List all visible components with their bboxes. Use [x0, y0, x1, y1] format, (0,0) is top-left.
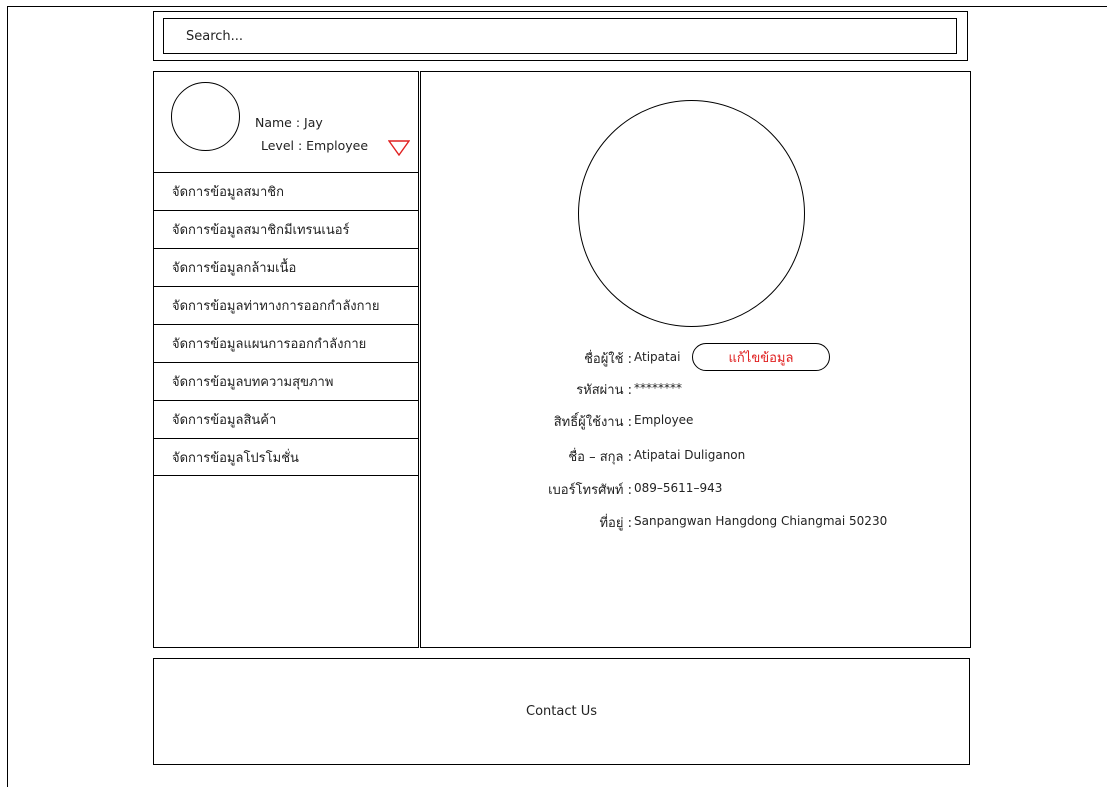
- address-row: ที่อยู่ : Sanpangwan Hangdong Chiangmai …: [421, 512, 970, 536]
- profile-panel: ชื่อผู้ใช้ : Atipatai แก้ไขข้อมูล รหัสผ่…: [420, 71, 971, 648]
- triangle-down-icon[interactable]: [388, 140, 410, 156]
- search-bar: Search...: [153, 11, 968, 61]
- sidebar: Name : Jay Level : Employee จัดการข้อมูล…: [153, 71, 419, 648]
- password-label: รหัสผ่าน :: [576, 383, 632, 398]
- sidebar-item-exercise-poses[interactable]: จัดการข้อมูลท่าทางการออกกำลังกาย: [154, 286, 418, 324]
- fullname-row: ชื่อ – สกุล : Atipatai Duliganon: [421, 446, 970, 470]
- user-name: Name : Jay: [255, 115, 323, 130]
- address-value: Sanpangwan Hangdong Chiangmai 50230: [634, 514, 888, 528]
- sidebar-item-promotions[interactable]: จัดการข้อมูลโปรโมชั่น: [154, 438, 418, 476]
- address-label: ที่อยู่ :: [599, 516, 632, 531]
- sidebar-menu: จัดการข้อมูลสมาชิก จัดการข้อมูลสมาชิกมีเ…: [154, 172, 418, 476]
- fullname-label: ชื่อ – สกุล :: [568, 450, 632, 465]
- profile-photo: [578, 100, 805, 327]
- phone-value: 089–5611–943: [634, 481, 723, 495]
- username-label: ชื่อผู้ใช้ :: [584, 352, 632, 367]
- password-row: รหัสผ่าน : ********: [421, 379, 970, 403]
- footer: Contact Us: [153, 658, 970, 765]
- phone-row: เบอร์โทรศัพท์ : 089–5611–943: [421, 479, 970, 503]
- sidebar-item-muscles[interactable]: จัดการข้อมูลกล้ามเนื้อ: [154, 248, 418, 286]
- sidebar-item-members[interactable]: จัดการข้อมูลสมาชิก: [154, 172, 418, 210]
- username-row: ชื่อผู้ใช้ : Atipatai แก้ไขข้อมูล: [421, 343, 970, 372]
- search-input[interactable]: Search...: [163, 18, 957, 54]
- sidebar-item-health-articles[interactable]: จัดการข้อมูลบทความสุขภาพ: [154, 362, 418, 400]
- role-value: Employee: [634, 413, 694, 427]
- sidebar-item-exercise-plans[interactable]: จัดการข้อมูลแผนการออกกำลังกาย: [154, 324, 418, 362]
- password-value: ********: [634, 381, 682, 395]
- avatar: [171, 82, 240, 151]
- user-level: Level : Employee: [261, 138, 369, 153]
- sidebar-item-trainer-members[interactable]: จัดการข้อมูลสมาชิกมีเทรนเนอร์: [154, 210, 418, 248]
- sidebar-item-products[interactable]: จัดการข้อมูลสินค้า: [154, 400, 418, 438]
- username-value: Atipatai: [634, 350, 681, 364]
- fullname-value: Atipatai Duliganon: [634, 448, 746, 462]
- contact-us-link[interactable]: Contact Us: [526, 704, 597, 719]
- profile-header: Name : Jay Level : Employee: [154, 72, 418, 172]
- phone-label: เบอร์โทรศัพท์ :: [548, 483, 632, 498]
- edit-profile-button[interactable]: แก้ไขข้อมูล: [692, 343, 830, 371]
- role-row: สิทธิ์ผู้ใช้งาน : Employee: [421, 411, 970, 435]
- role-label: สิทธิ์ผู้ใช้งาน :: [553, 415, 632, 430]
